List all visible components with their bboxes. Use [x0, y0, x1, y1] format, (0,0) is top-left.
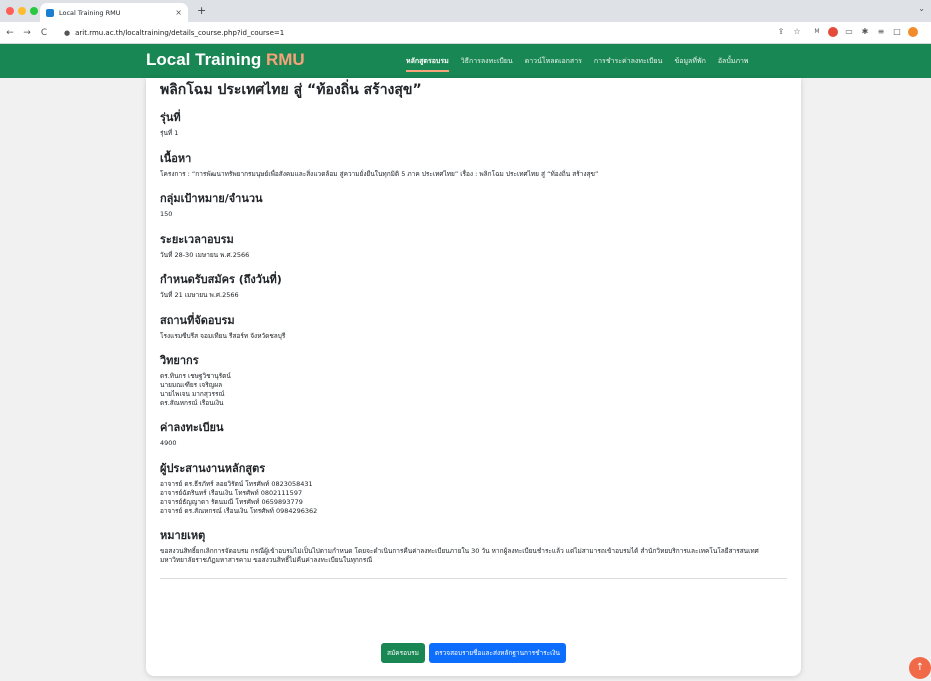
venue-heading: สถานที่จัดอบรม	[160, 313, 235, 327]
extension-grid-icon[interactable]: ▭	[844, 27, 854, 37]
list-item: อาจารย์ฉัตรินทร์ เรือนเงิน โทรศัพท์ 0802…	[160, 488, 303, 497]
target-value: 150	[160, 210, 173, 218]
main-nav: หลักสูตรอบรม วิธีการลงทะเบียน ดาวน์โหลดเ…	[406, 44, 749, 78]
list-item: ดร.ทินกร เชษฐวิชานุรัตน์	[160, 372, 231, 380]
brand-accent: RMU	[265, 50, 305, 69]
section-deadline: กำหนดรับสมัคร (ถึงวันที่) วันที่ 21 เมษา…	[160, 272, 787, 301]
section-content: เนื้อหา โครงการ : “การพัฒนาทรัพยากรมนุษย…	[160, 151, 787, 180]
fee-value: 4900	[160, 439, 177, 447]
browser-tab-bar: Local Training RMU × + ⌄	[0, 0, 931, 22]
batch-value: รุ่นที่ 1	[160, 129, 179, 137]
share-icon[interactable]: ⇪	[776, 27, 786, 37]
register-button[interactable]: สมัครอบรม	[381, 643, 425, 663]
tab-search-chevron-icon[interactable]: ⌄	[918, 4, 925, 13]
nav-registration-method[interactable]: วิธีการลงทะเบียน	[461, 50, 513, 73]
nav-payment[interactable]: การชำระค่าลงทะเบียน	[594, 50, 663, 73]
arrow-up-icon: ↑	[915, 662, 925, 673]
list-item: อาจารย์ธัญญาดา รัตนมณี โทรศัพท์ 06598937…	[160, 497, 303, 506]
tab-close-icon[interactable]: ×	[175, 8, 182, 17]
nav-photo-album[interactable]: อัลบั้มภาพ	[718, 50, 749, 73]
note-value: ขอสงวนสิทธิ์ยกเลิกการจัดอบรม กรณีผู้เข้า…	[160, 546, 759, 565]
address-bar[interactable]: ● arit.rmu.ac.th/localtraining/details_c…	[58, 25, 758, 41]
content-value: โครงการ : “การพัฒนาทรัพยากรมนุษย์เพื่อสั…	[160, 169, 599, 178]
target-heading: กลุ่มเป้าหมาย/จำนวน	[160, 192, 263, 205]
scroll-to-top-button[interactable]: ↑	[909, 657, 931, 679]
maximize-window-icon[interactable]	[30, 7, 38, 15]
speakers-heading: วิทยากร	[160, 354, 199, 367]
section-speakers: วิทยากร ดร.ทินกร เชษฐวิชานุรัตน์ นายมณเฑ…	[160, 353, 787, 408]
section-duration: ระยะเวลาอบรม วันที่ 28-30 เมษายน พ.ศ.256…	[160, 232, 787, 261]
coordinators-list: อาจารย์ ดร.ธีรภัทร์ ลอยวิรัตน์ โทรศัพท์ …	[160, 480, 787, 516]
nav-download-documents[interactable]: ดาวน์โหลดเอกสาร	[525, 50, 582, 73]
verify-payment-button[interactable]: ตรวจสอบรายชื่อและส่งหลักฐานการชำระเงิน	[428, 643, 566, 663]
site-header: Local Training RMU หลักสูตรอบรม วิธีการล…	[0, 44, 931, 78]
site-favicon-icon	[46, 8, 54, 17]
duration-value: วันที่ 28-30 เมษายน พ.ศ.2566	[160, 250, 250, 259]
note-heading: หมายเหตุ	[160, 528, 206, 542]
browser-toolbar: ← → C ● arit.rmu.ac.th/localtraining/det…	[0, 22, 931, 44]
speakers-list: ดร.ทินกร เชษฐวิชานุรัตน์ นายมณเฑียร เจริ…	[160, 372, 787, 408]
forward-icon[interactable]: →	[20, 28, 34, 38]
profile-avatar-icon[interactable]	[908, 27, 918, 37]
course-details-card: พลิกโฉม ประเทศไทย สู่ “ท้องถิ่น สร้างสุข…	[146, 78, 801, 676]
page-title: พลิกโฉม ประเทศไทย สู่ “ท้องถิ่น สร้างสุข…	[160, 82, 422, 98]
back-icon[interactable]: ←	[3, 28, 17, 38]
extension-red-icon[interactable]	[828, 27, 838, 37]
fee-heading: ค่าลงทะเบียน	[160, 421, 224, 434]
duration-heading: ระยะเวลาอบรม	[160, 232, 234, 246]
nav-courses[interactable]: หลักสูตรอบรม	[406, 50, 449, 73]
site-brand[interactable]: Local Training RMU	[146, 50, 305, 70]
list-item: อาจารย์ ดร.ธีรภัทร์ ลอยวิรัตน์ โทรศัพท์ …	[160, 479, 313, 488]
section-target: กลุ่มเป้าหมาย/จำนวน 150	[160, 191, 787, 220]
browser-tab[interactable]: Local Training RMU ×	[40, 3, 188, 22]
deadline-heading: กำหนดรับสมัคร (ถึงวันที่)	[160, 273, 282, 286]
list-item: อาจารย์ ดร.สัณหกรณ์ เรือนเงิน โทรศัพท์ 0…	[160, 506, 318, 515]
reload-icon[interactable]: C	[37, 28, 51, 38]
brand-main: Local Training	[146, 50, 262, 69]
url-text: arit.rmu.ac.th/localtraining/details_cou…	[75, 29, 285, 37]
deadline-value: วันที่ 21 เมษายน พ.ศ.2566	[160, 291, 239, 299]
section-note: หมายเหตุ ขอสงวนสิทธิ์ยกเลิกการจัดอบรม กร…	[160, 528, 787, 566]
batch-heading: รุ่นที่	[160, 111, 181, 124]
divider	[160, 577, 787, 579]
content-heading: เนื้อหา	[160, 151, 192, 165]
reading-list-icon[interactable]: ≡	[876, 27, 886, 37]
tab-title: Local Training RMU	[59, 8, 121, 17]
close-window-icon[interactable]	[6, 7, 14, 15]
minimize-window-icon[interactable]	[18, 7, 26, 15]
coordinator-heading: ผู้ประสานงานหลักสูตร	[160, 461, 266, 475]
venue-value: โรงแรมซีบรีส จอมเทียน รีสอร์ท จังหวัดชลบ…	[160, 331, 286, 340]
extension-m-icon[interactable]: M	[812, 27, 822, 37]
section-fee: ค่าลงทะเบียน 4900	[160, 420, 787, 449]
section-batch: รุ่นที่ รุ่นที่ 1	[160, 110, 787, 139]
side-panel-icon[interactable]: □	[892, 27, 902, 37]
new-tab-button[interactable]: +	[197, 4, 206, 17]
lock-icon: ●	[64, 29, 71, 37]
list-item: นายมณเฑียร เจริญผล	[160, 381, 223, 389]
section-coordinators: ผู้ประสานงานหลักสูตร อาจารย์ ดร.ธีรภัทร์…	[160, 461, 787, 516]
nav-accommodation[interactable]: ข้อมูลที่พัก	[674, 50, 705, 73]
extensions-puzzle-icon[interactable]: ✱	[860, 27, 870, 37]
section-venue: สถานที่จัดอบรม โรงแรมซีบรีส จอมเทียน รีส…	[160, 313, 787, 342]
list-item: นายไพเจน มากสุวรรณ์	[160, 390, 225, 398]
bookmark-star-icon[interactable]: ☆	[792, 27, 802, 37]
list-item: ดร.สัณหกรณ์ เรือนเงิน	[160, 399, 224, 407]
action-buttons: สมัครอบรม ตรวจสอบรายชื่อและส่งหลักฐานการ…	[146, 643, 801, 663]
